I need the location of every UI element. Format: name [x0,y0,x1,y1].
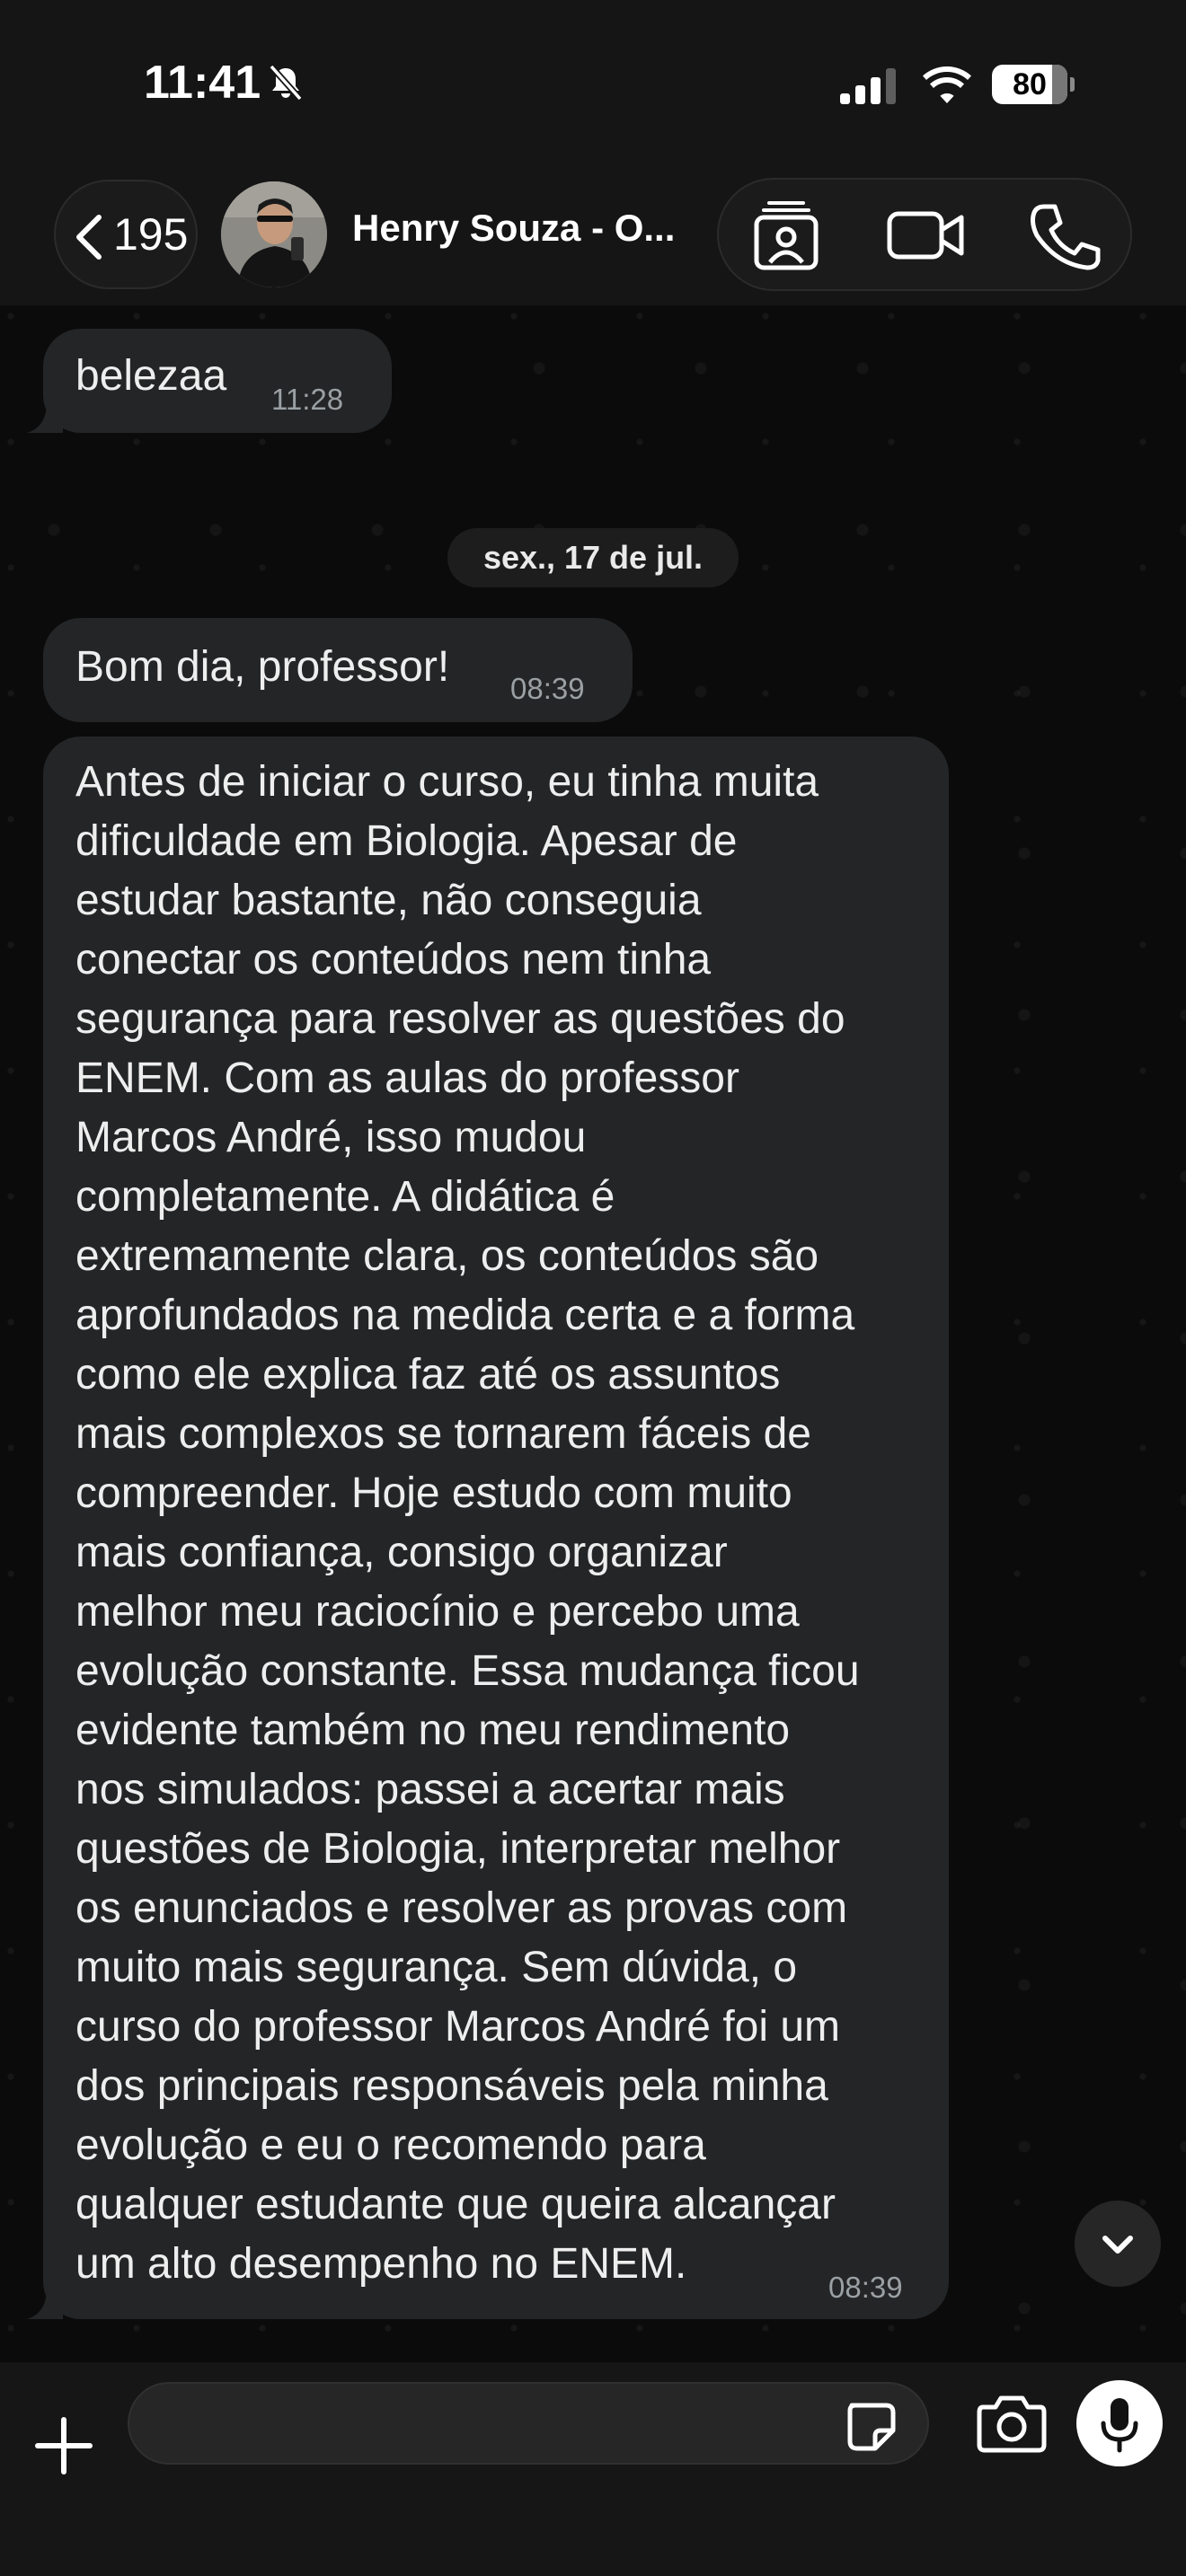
message-line: conectar os conteúdos nem tinha [75,936,712,984]
status-time: 11:41 [144,57,261,109]
message-line: ENEM. Com as aulas do professor [75,1054,739,1102]
message-line: dificuldade em Biologia. Apesar de [75,817,738,865]
message-time: 08:39 [828,2271,903,2304]
message-bubble[interactable]: belezaa 11:28 [43,329,392,433]
message-text: belezaa [75,352,227,400]
battery-body: 80 [992,65,1067,104]
phone-call-icon[interactable] [1024,199,1105,271]
message-line: curso do professor Marcos André foi um [75,2003,841,2051]
message-line: compreender. Hoje estudo com muito [75,1469,792,1517]
bubble-tail [27,406,63,433]
message-line: como ele explica faz até os assuntos [75,1351,781,1398]
battery-percent: 80 [1013,67,1047,101]
message-line: um alto desempenho no ENEM. [75,2240,687,2288]
chat-screen: 11:41 80 195 Henry Souza - O... belezaa … [0,0,1186,2576]
scroll-to-bottom-button[interactable] [1075,2201,1161,2287]
bell-slash-icon [269,64,303,101]
message-line: Antes de iniciar o curso, eu tinha muita [75,758,819,806]
composer-bar [0,2362,1186,2576]
plus-icon[interactable] [32,2414,95,2477]
battery-icon: 80 [992,65,1075,104]
avatar-photo [221,181,327,287]
message-line: dos principais responsáveis pela minha [75,2062,828,2110]
date-separator: sex., 17 de jul. [447,528,739,587]
message-line: questões de Biologia, interpretar melhor [75,1825,841,1873]
message-line: evolução e eu o recomendo para [75,2122,706,2169]
video-call-icon[interactable] [886,199,967,271]
message-line: os enunciados e resolver as provas com [75,1884,848,1932]
message-line: muito mais segurança. Sem dúvida, o [75,1944,798,1991]
chat-header: 195 Henry Souza - O... [0,171,1186,305]
cellular-signal-icon [840,68,896,104]
message-input[interactable] [128,2382,929,2465]
message-bubble[interactable]: Antes de iniciar o curso, eu tinha muita… [43,737,949,2319]
message-line: completamente. A didática é [75,1173,615,1221]
chevron-down-icon [1102,2236,1133,2254]
message-line: evolução constante. Essa mudança ficou [75,1647,860,1695]
message-line: mais confiança, consigo organizar [75,1529,728,1576]
message-line: nos simulados: passei a acertar mais [75,1766,785,1813]
back-button[interactable]: 195 [54,180,198,289]
message-text: Antes de iniciar o curso, eu tinha muita… [75,753,929,2294]
contact-avatar[interactable] [221,181,327,287]
message-line: qualquer estudante que queira alcançar [75,2181,836,2228]
sticker-icon[interactable] [843,2398,900,2452]
bubble-tail [27,2292,63,2319]
message-line: mais complexos se tornarem fáceis de [75,1410,811,1458]
message-bubble[interactable]: Bom dia, professor! 08:39 [43,618,633,722]
microphone-button[interactable] [1076,2380,1163,2466]
battery-tip [1070,77,1075,92]
contact-card-icon[interactable] [746,199,827,271]
header-actions [717,178,1132,291]
status-bar: 11:41 80 [0,0,1186,171]
camera-icon[interactable] [976,2389,1048,2454]
wifi-icon [923,66,971,103]
message-text: Bom dia, professor! [75,643,450,691]
unread-count: 195 [113,209,189,260]
chevron-left-icon [76,215,102,260]
message-line: estudar bastante, não conseguia [75,877,702,924]
message-line: Marcos André, isso mudou [75,1114,587,1161]
contact-name[interactable]: Henry Souza - O... [352,207,694,250]
message-time: 08:39 [510,672,585,705]
microphone-icon [1101,2398,1138,2453]
message-time: 11:28 [271,383,344,416]
message-line: evidente também no meu rendimento [75,1707,791,1754]
message-line: melhor meu raciocínio e percebo uma [75,1588,800,1636]
message-line: extremamente clara, os conteúdos são [75,1232,819,1280]
message-line: segurança para resolver as questões do [75,995,845,1043]
message-line: aprofundados na medida certa e a forma [75,1292,855,1339]
